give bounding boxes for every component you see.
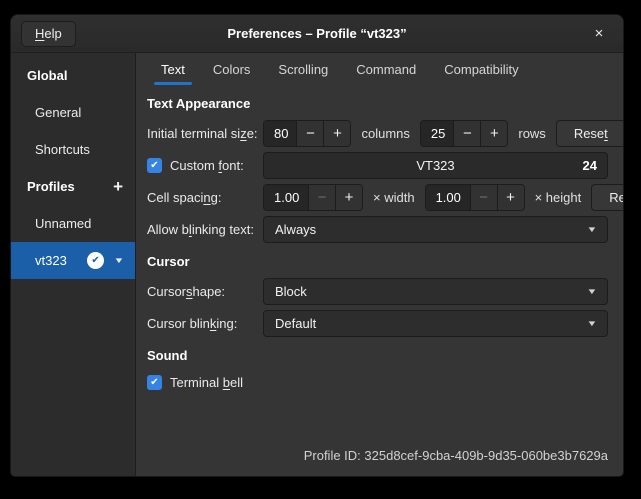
rows-unit-label: rows	[518, 126, 545, 141]
height-spacing-value[interactable]: 1.00	[426, 185, 470, 210]
sidebar-header-global-label: Global	[27, 68, 67, 83]
cursor-blinking-value: Default	[275, 316, 316, 331]
tab-command[interactable]: Command	[342, 57, 430, 85]
sound-heading: Sound	[147, 348, 608, 363]
blinking-text-value: Always	[275, 222, 316, 237]
tab-colors[interactable]: Colors	[199, 57, 265, 85]
profile-menu-chevron-icon[interactable]: ▼	[113, 256, 124, 265]
text-appearance-heading: Text Appearance	[147, 96, 608, 111]
dialog-body: Global General Shortcuts Profiles + Unna…	[11, 53, 623, 476]
cursor-heading: Cursor	[147, 254, 608, 269]
columns-minus-icon[interactable]: −	[296, 121, 323, 146]
width-spacing-plus-icon[interactable]: +	[335, 185, 362, 210]
sidebar-item-general[interactable]: General	[11, 94, 135, 131]
columns-plus-icon[interactable]: +	[323, 121, 350, 146]
tab-compatibility[interactable]: Compatibility	[430, 57, 532, 85]
font-chooser-button[interactable]: VT323 24	[263, 152, 608, 179]
sidebar-header-global: Global	[11, 57, 135, 94]
custom-font-checkbox[interactable]: ✔	[147, 158, 162, 173]
sidebar-header-profiles: Profiles +	[11, 168, 135, 205]
blinking-text-dropdown[interactable]: Always ▼	[263, 216, 608, 243]
font-name: VT323	[264, 158, 607, 173]
terminal-size-label: Initial terminal size:	[147, 126, 263, 141]
chevron-down-icon: ▼	[586, 319, 597, 328]
terminal-bell-group: ✔ Terminal bell	[147, 375, 243, 390]
cursor-shape-label: Cursor shape:	[147, 284, 263, 299]
width-spacing-minus-icon[interactable]: −	[308, 185, 335, 210]
blinking-text-label: Allow blinking text:	[147, 222, 263, 237]
cursor-blinking-label: Cursor blinking:	[147, 316, 263, 331]
sidebar-item-shortcuts-label: Shortcuts	[35, 142, 90, 157]
cursor-blinking-row: Cursor blinking: Default ▼	[147, 310, 608, 337]
sidebar-item-vt323-label: vt323	[35, 253, 67, 268]
cursor-shape-row: Cursor shape: Block ▼	[147, 278, 608, 305]
columns-value[interactable]: 80	[264, 121, 296, 146]
terminal-size-reset-button[interactable]: Reset	[556, 120, 624, 147]
selected-check-icon: ✔	[87, 252, 104, 269]
sidebar-header-profiles-label: Profiles	[27, 179, 75, 194]
rows-stepper: 25 − +	[420, 120, 508, 147]
sidebar-item-vt323[interactable]: vt323 ✔ ▼	[11, 242, 135, 279]
sidebar-item-general-label: General	[35, 105, 81, 120]
cell-spacing-row: Cell spacing: 1.00 − + × width 1.00 − + …	[147, 184, 608, 211]
height-spacing-stepper: 1.00 − +	[425, 184, 525, 211]
preferences-dialog: Help Preferences – Profile “vt323” × Glo…	[10, 14, 624, 477]
font-size: 24	[583, 158, 607, 173]
cell-spacing-reset-button[interactable]: Reset	[591, 184, 624, 211]
sidebar-item-vt323-icons: ✔ ▼	[87, 252, 123, 269]
rows-plus-icon[interactable]: +	[480, 121, 507, 146]
cursor-shape-dropdown[interactable]: Block ▼	[263, 278, 608, 305]
width-spacing-value[interactable]: 1.00	[264, 185, 308, 210]
window-title: Preferences – Profile “vt323”	[11, 26, 623, 41]
profile-id-text: Profile ID: 325d8cef-9cba-409b-9d35-060b…	[147, 440, 608, 476]
close-icon[interactable]: ×	[587, 22, 611, 46]
terminal-size-row: Initial terminal size: 80 − + columns 25…	[147, 120, 608, 147]
titlebar: Help Preferences – Profile “vt323” ×	[11, 15, 623, 53]
terminal-bell-row: ✔ Terminal bell	[147, 372, 608, 392]
rows-minus-icon[interactable]: −	[453, 121, 480, 146]
cursor-blinking-dropdown[interactable]: Default ▼	[263, 310, 608, 337]
height-spacing-plus-icon[interactable]: +	[497, 185, 524, 210]
terminal-bell-label: Terminal bell	[170, 375, 243, 390]
profile-content: Text Colors Scrolling Command Compatibil…	[136, 53, 623, 476]
add-profile-icon[interactable]: +	[113, 178, 123, 195]
chevron-down-icon: ▼	[586, 225, 597, 234]
columns-stepper: 80 − +	[263, 120, 351, 147]
help-button[interactable]: Help	[21, 21, 76, 47]
height-spacing-unit-label: × height	[535, 190, 582, 205]
cell-spacing-label: Cell spacing:	[147, 190, 263, 205]
rows-value[interactable]: 25	[421, 121, 453, 146]
height-spacing-minus-icon[interactable]: −	[470, 185, 497, 210]
custom-font-label: Custom font:	[170, 158, 244, 173]
sidebar-item-shortcuts[interactable]: Shortcuts	[11, 131, 135, 168]
tab-scrolling[interactable]: Scrolling	[264, 57, 342, 85]
terminal-bell-checkbox[interactable]: ✔	[147, 375, 162, 390]
sidebar-item-unnamed-label: Unnamed	[35, 216, 91, 231]
blinking-text-row: Allow blinking text: Always ▼	[147, 216, 608, 243]
chevron-down-icon: ▼	[586, 287, 597, 296]
columns-unit-label: columns	[361, 126, 409, 141]
sidebar: Global General Shortcuts Profiles + Unna…	[11, 53, 136, 476]
custom-font-label-group: ✔ Custom font:	[147, 158, 263, 173]
tab-bar: Text Colors Scrolling Command Compatibil…	[147, 53, 608, 85]
cursor-shape-value: Block	[275, 284, 307, 299]
tab-text[interactable]: Text	[147, 57, 199, 85]
sidebar-item-unnamed[interactable]: Unnamed	[11, 205, 135, 242]
custom-font-row: ✔ Custom font: VT323 24	[147, 152, 608, 179]
width-spacing-stepper: 1.00 − +	[263, 184, 363, 211]
width-spacing-unit-label: × width	[373, 190, 415, 205]
